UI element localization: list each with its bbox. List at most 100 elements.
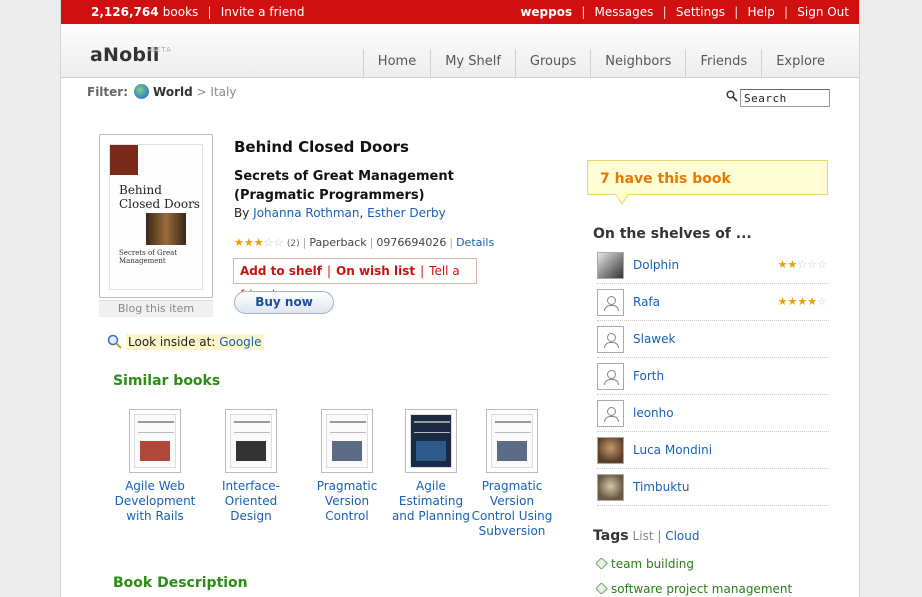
similar-book[interactable]: Interface-Oriented Design bbox=[206, 409, 296, 524]
blog-this-item[interactable]: Blog this item bbox=[99, 300, 213, 317]
star-filled-icon: ★ bbox=[807, 295, 818, 308]
shelf-user-row[interactable]: Luca Mondini bbox=[597, 432, 829, 469]
similar-book-title[interactable]: Interface-Oriented Design bbox=[206, 479, 296, 524]
tab-home[interactable]: Home bbox=[362, 49, 430, 78]
author-link[interactable]: Esther Derby bbox=[367, 206, 446, 220]
avatar[interactable] bbox=[597, 474, 624, 501]
similar-book-thumb[interactable] bbox=[486, 409, 538, 473]
avatar[interactable] bbox=[597, 252, 624, 279]
avatar[interactable] bbox=[597, 437, 624, 464]
rating-stars: ★★★☆☆ bbox=[234, 236, 283, 249]
star-empty-icon: ☆ bbox=[807, 258, 818, 271]
star-filled-icon: ★ bbox=[787, 295, 798, 308]
similar-book-thumb[interactable] bbox=[225, 409, 277, 473]
tab-explore[interactable]: Explore bbox=[761, 49, 839, 78]
similar-book-thumb[interactable] bbox=[405, 409, 457, 473]
shelf-user-row[interactable]: Dolphin ★★☆☆☆ bbox=[597, 247, 829, 284]
shelf-user-name[interactable]: Slawek bbox=[633, 332, 675, 346]
similar-book[interactable]: Agile Estimating and Planning bbox=[386, 409, 476, 524]
top-bar: 2,126,764 books | Invite a friend weppos… bbox=[61, 0, 859, 24]
invite-friend-link[interactable]: Invite a friend bbox=[221, 5, 305, 19]
cover-art: Behind Closed Doors Secrets of Great Man… bbox=[109, 144, 203, 290]
tag-item[interactable]: team building bbox=[595, 557, 694, 571]
similar-book-thumb[interactable] bbox=[321, 409, 373, 473]
star-filled-icon: ★ bbox=[787, 258, 798, 271]
book-cover[interactable]: Behind Closed Doors Secrets of Great Man… bbox=[99, 134, 213, 298]
similar-book-title[interactable]: Pragmatic Version Control bbox=[302, 479, 392, 524]
shelves-heading: On the shelves of ... bbox=[593, 226, 752, 242]
beta-badge: BETA bbox=[150, 46, 172, 54]
user-link[interactable]: weppos bbox=[520, 5, 572, 19]
tab-my-shelf[interactable]: My Shelf bbox=[430, 49, 515, 78]
filter: Filter: World > Italy bbox=[87, 84, 236, 99]
books-count: 2,126,764 bbox=[91, 5, 159, 19]
books-label: books bbox=[162, 5, 199, 19]
search-input[interactable]: Search bbox=[740, 89, 830, 107]
look-inside: Look inside at: Google bbox=[107, 334, 264, 350]
tab-groups[interactable]: Groups bbox=[514, 49, 590, 78]
avatar[interactable] bbox=[597, 326, 624, 353]
tag-label[interactable]: software project management bbox=[611, 582, 792, 596]
header: aNobii BETA Home My Shelf Groups Neighbo… bbox=[61, 24, 859, 78]
similar-book[interactable]: Pragmatic Version Control Using Subversi… bbox=[467, 409, 557, 539]
book-actions: Add to shelf|On wish list|Tell a friend bbox=[233, 258, 477, 302]
details-link[interactable]: Details bbox=[456, 236, 494, 249]
similar-book-title[interactable]: Agile Web Development with Rails bbox=[110, 479, 200, 524]
shelf-user-row[interactable]: leonho bbox=[597, 395, 829, 432]
shelf-user-row[interactable]: Slawek bbox=[597, 321, 829, 358]
avatar[interactable] bbox=[597, 363, 624, 390]
star-empty-icon: ☆ bbox=[273, 236, 284, 249]
shelf-user-name[interactable]: Timbuktu bbox=[633, 480, 689, 494]
similar-book[interactable]: Agile Web Development with Rails bbox=[110, 409, 200, 524]
wish-list-link[interactable]: On wish list bbox=[336, 264, 415, 278]
star-filled-icon: ★ bbox=[777, 295, 788, 308]
messages-link[interactable]: Messages bbox=[595, 5, 654, 19]
similar-book[interactable]: Pragmatic Version Control bbox=[302, 409, 392, 524]
by-label: By bbox=[234, 206, 250, 220]
tab-neighbors[interactable]: Neighbors bbox=[590, 49, 685, 78]
help-link[interactable]: Help bbox=[747, 5, 774, 19]
shelf-user-row[interactable]: Forth bbox=[597, 358, 829, 395]
avatar[interactable] bbox=[597, 289, 624, 316]
shelf-user-name[interactable]: Dolphin bbox=[633, 258, 679, 272]
logo[interactable]: aNobii BETA bbox=[90, 44, 171, 66]
star-empty-icon: ☆ bbox=[817, 258, 827, 271]
shelf-user-name[interactable]: leonho bbox=[633, 406, 674, 420]
shelf-user-row[interactable]: Rafa ★★★★☆ bbox=[597, 284, 829, 321]
buy-now-button[interactable]: Buy now bbox=[234, 291, 334, 314]
magnifier-icon bbox=[107, 334, 122, 349]
book-meta: ★★★☆☆ (2) | Paperback | 0976694026 | Details bbox=[234, 236, 495, 249]
shelf-user-name[interactable]: Luca Mondini bbox=[633, 443, 712, 457]
similar-books: Agile Web Development with Rails Interfa… bbox=[101, 409, 561, 549]
star-filled-icon: ★ bbox=[253, 236, 264, 249]
similar-book-title[interactable]: Agile Estimating and Planning bbox=[386, 479, 476, 524]
similar-books-heading: Similar books bbox=[113, 373, 221, 389]
tab-friends[interactable]: Friends bbox=[685, 49, 761, 78]
shelf-user-name[interactable]: Forth bbox=[633, 369, 664, 383]
cover-subtitle: Secrets of Great Management bbox=[119, 249, 178, 265]
tags-cloud-link[interactable]: Cloud bbox=[665, 529, 699, 543]
tag-item[interactable]: software project management bbox=[595, 582, 792, 596]
avatar[interactable] bbox=[597, 400, 624, 427]
filter-country[interactable]: Italy bbox=[210, 85, 236, 99]
cover-band bbox=[110, 145, 138, 175]
add-to-shelf-link[interactable]: Add to shelf bbox=[240, 264, 322, 278]
filter-world[interactable]: World bbox=[153, 85, 193, 99]
cover-title: Behind Closed Doors bbox=[119, 183, 200, 211]
user-rating-stars: ★★★★☆ bbox=[778, 295, 827, 308]
google-link[interactable]: Google bbox=[219, 335, 261, 349]
book-authors: By Johanna Rothman, Esther Derby bbox=[234, 206, 446, 220]
filter-arrow: > bbox=[196, 85, 207, 99]
similar-book-title[interactable]: Pragmatic Version Control Using Subversi… bbox=[467, 479, 557, 539]
tag-icon bbox=[595, 557, 608, 570]
shelf-user-row[interactable]: Timbuktu bbox=[597, 469, 829, 506]
filter-label: Filter: bbox=[87, 85, 129, 99]
settings-link[interactable]: Settings bbox=[676, 5, 725, 19]
globe-icon bbox=[134, 84, 150, 99]
author-link[interactable]: Johanna Rothman bbox=[253, 206, 359, 220]
sign-out-link[interactable]: Sign Out bbox=[797, 5, 849, 19]
tags-list-link[interactable]: List bbox=[633, 529, 654, 543]
similar-book-thumb[interactable] bbox=[129, 409, 181, 473]
tag-label[interactable]: team building bbox=[611, 557, 694, 571]
shelf-user-name[interactable]: Rafa bbox=[633, 295, 660, 309]
